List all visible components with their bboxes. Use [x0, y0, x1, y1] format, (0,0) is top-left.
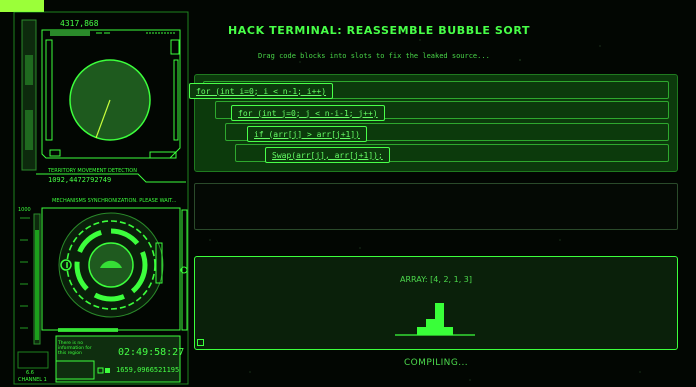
- output-panel: [194, 183, 678, 230]
- panel-toggle-button[interactable]: [197, 339, 204, 346]
- array-visualizer-panel: ARRAY: [4, 2, 1, 3]: [194, 256, 678, 350]
- hud-top-number: 4317,868: [60, 19, 99, 28]
- array-label: ARRAY: [4, 2, 1, 3]: [399, 275, 473, 284]
- array-bars-chart: [395, 303, 475, 336]
- code-slot-panel: for (int i=0; i < n-1; i++) for (int j=0…: [189, 74, 678, 172]
- channel-value: 6.6: [26, 370, 34, 376]
- hud-sidebar: 4317,868 TERRITORY MOVEMENT DETECTION 10…: [0, 0, 192, 387]
- scale-top-label: 1000: [18, 207, 31, 213]
- hud-frame-graphics: [13, 11, 189, 385]
- array-bar: [444, 327, 453, 335]
- code-block-swap[interactable]: Swap(arr[j], arr[j+1]);: [265, 147, 390, 163]
- code-block-outer-loop[interactable]: for (int i=0; i < n-1; i++): [189, 83, 334, 99]
- motion-detection-label: TERRITORY MOVEMENT DETECTION: [48, 168, 137, 174]
- compile-status: COMPILING...: [404, 358, 468, 368]
- code-block-text: for (int i=0; i < n-1; i++): [196, 86, 327, 96]
- channel-label: CHANNEL 1: [18, 377, 47, 383]
- array-bar: [435, 303, 444, 335]
- sync-label: MECHANISMS SYNCHRONIZATION. PLEASE WAIT.…: [52, 198, 177, 204]
- hud-coords: 1659,0966521195: [116, 366, 180, 374]
- page-title: HACK TERMINAL: REASSEMBLE BUBBLE SORT: [228, 24, 531, 37]
- code-block-compare[interactable]: if (arr[j] > arr[j+1]): [247, 126, 367, 142]
- code-block-inner-loop[interactable]: for (int j=0; j < n-i-1; j++): [231, 105, 385, 121]
- code-block-text: if (arr[j] > arr[j+1]): [254, 129, 360, 139]
- array-bar: [417, 327, 426, 335]
- page-subtitle: Drag code blocks into slots to fix the l…: [258, 52, 490, 60]
- hud-clock: 02:49:58:27: [118, 347, 185, 358]
- code-block-text: Swap(arr[j], arr[j+1]);: [272, 150, 383, 160]
- motion-detection-value: 1092,4472792749: [48, 176, 112, 184]
- code-block-text: for (int j=0; j < n-i-1; j++): [238, 108, 378, 118]
- no-info-text: There is no information for this region: [58, 341, 92, 356]
- array-bar: [426, 319, 435, 335]
